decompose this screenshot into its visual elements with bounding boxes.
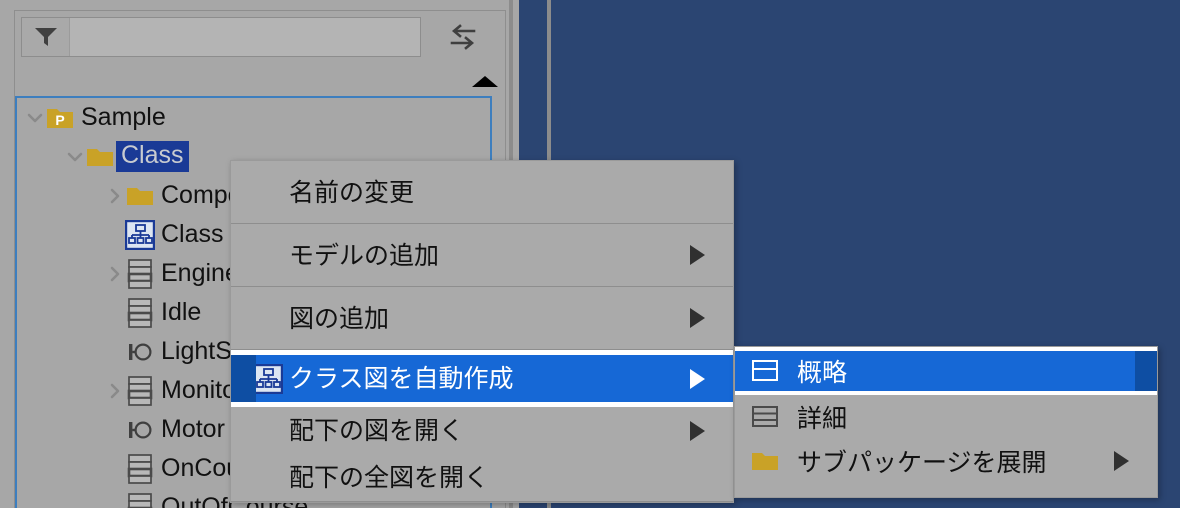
submenu-item[interactable]: サブパッケージを展開 <box>735 439 1157 483</box>
chevron-right-icon[interactable] <box>105 264 125 284</box>
menu-item-label: クラス図を自動作成 <box>289 364 514 393</box>
class-icon <box>125 258 155 290</box>
chevron-right-icon <box>105 186 125 206</box>
context-submenu[interactable]: 概略詳細サブパッケージを展開 <box>734 346 1158 498</box>
interface-icon <box>125 338 155 366</box>
submenu-item-label: 概略 <box>797 358 848 387</box>
tree-item-label: Engine <box>161 259 239 287</box>
submenu-arrow-icon <box>690 308 705 328</box>
detail-box-icon <box>751 404 779 430</box>
project-folder-icon: P <box>46 105 74 131</box>
svg-text:P: P <box>55 112 64 128</box>
menu-item[interactable]: クラス図を自動作成 <box>231 350 733 407</box>
folder-icon <box>85 142 115 172</box>
class-icon <box>125 375 155 407</box>
folder-icon <box>125 181 155 211</box>
chevron-right-icon <box>105 264 125 284</box>
application-window: PSampleClassComponentClass DiagramEngine… <box>0 0 1180 508</box>
class-icon <box>125 258 155 290</box>
submenu-arrow-icon <box>1114 451 1129 471</box>
menu-item-label: 配下の図を開く <box>289 416 465 445</box>
chevron-down-icon <box>65 147 85 167</box>
menu-item[interactable]: 配下の図を開く <box>231 407 733 454</box>
submenu-item[interactable]: 詳細 <box>735 395 1157 439</box>
outline-box-icon <box>751 358 779 384</box>
submenu-item[interactable]: 概略 <box>735 347 1157 395</box>
menu-separator <box>231 501 733 502</box>
submenu-bottom-padding <box>735 483 1157 497</box>
menu-highlight-strip <box>231 355 256 402</box>
sync-swap-arrows-icon[interactable] <box>446 21 480 53</box>
context-menu[interactable]: 名前の変更モデルの追加 図の追加クラス図を自動作成 配下の図を開く 配下の全図を開く <box>230 160 734 503</box>
class-icon <box>125 375 155 407</box>
class-icon <box>125 297 155 329</box>
folder-icon <box>751 448 797 474</box>
folder-icon <box>126 183 154 209</box>
tree-item-label: Class <box>116 141 189 172</box>
class-diagram-icon <box>253 363 283 394</box>
submenu-highlight-tail <box>1135 351 1157 391</box>
tree-item-label: Motor <box>161 415 225 443</box>
menu-item[interactable]: 配下の全図を開く <box>231 454 733 501</box>
class-diagram-icon <box>125 219 155 250</box>
menu-item[interactable]: 図の追加 <box>231 287 733 349</box>
filter-input[interactable] <box>70 18 420 56</box>
tree-item-label: Sample <box>81 103 166 131</box>
submenu-arrow-icon <box>690 420 705 441</box>
menu-item-label: モデルの追加 <box>289 240 440 270</box>
project-folder-icon: P <box>45 103 75 133</box>
class-icon <box>125 492 155 508</box>
class-diagram-icon <box>125 219 155 250</box>
submenu-arrow-icon <box>690 245 705 265</box>
tree-row[interactable]: P Sample <box>17 98 490 137</box>
interface-icon <box>125 415 155 445</box>
tree-item-label: Idle <box>161 298 202 326</box>
chevron-right-icon <box>105 381 125 401</box>
outline-box-icon <box>751 358 797 384</box>
class-icon <box>125 492 155 508</box>
chevron-down-icon[interactable] <box>25 108 45 128</box>
menu-item-label: 配下の全図を開く <box>289 463 490 492</box>
folder-icon <box>86 144 114 170</box>
submenu-item-label: サブパッケージを展開 <box>797 448 1047 477</box>
class-icon <box>125 453 155 485</box>
chevron-right-icon[interactable] <box>105 186 125 206</box>
chevron-down-icon <box>25 108 45 128</box>
interface-icon <box>125 337 155 367</box>
tree-toolbar <box>10 17 480 59</box>
submenu-arrow-icon <box>690 368 705 389</box>
submenu-item-label: 詳細 <box>797 404 848 433</box>
menu-item[interactable]: モデルの追加 <box>231 224 733 286</box>
class-diagram-icon <box>253 363 289 394</box>
menu-item-label: 図の追加 <box>289 303 390 333</box>
menu-item-label: 名前の変更 <box>289 177 415 207</box>
chevron-right-icon[interactable] <box>105 381 125 401</box>
class-icon <box>125 453 155 485</box>
funnel-filter-icon[interactable] <box>22 18 70 56</box>
filter-box <box>21 17 421 57</box>
collapse-triangle-icon[interactable] <box>472 76 498 87</box>
interface-icon <box>125 416 155 444</box>
folder-icon <box>751 448 779 474</box>
menu-item[interactable]: 名前の変更 <box>231 161 733 223</box>
chevron-down-icon[interactable] <box>65 147 85 167</box>
class-icon <box>125 297 155 329</box>
detail-box-icon <box>751 404 797 430</box>
